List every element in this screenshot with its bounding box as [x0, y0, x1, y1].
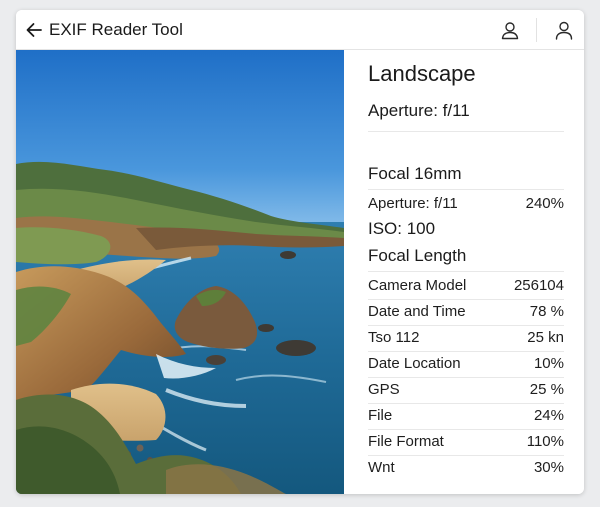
row-label: Date Location: [368, 355, 461, 372]
row-value: 24%: [533, 407, 564, 424]
landscape-photo: [16, 50, 344, 494]
row-value: 78 %: [529, 303, 564, 320]
exif-row: Tso 112 25 kn: [368, 325, 564, 351]
exif-panel: Landscape Aperture: f/11 Focal 16mm Aper…: [344, 50, 584, 494]
user-button[interactable]: [498, 18, 522, 42]
row-value: 30%: [533, 459, 564, 476]
divider: [368, 271, 564, 272]
row-value: 25 kn: [527, 329, 564, 346]
exif-row: File 24%: [368, 403, 564, 429]
photo-title: Landscape: [368, 61, 476, 86]
row-value: 25 %: [529, 381, 564, 398]
exif-row: Wnt 30%: [368, 455, 564, 481]
exif-row: File Format 110%: [368, 429, 564, 455]
exif-row: GPS 25 %: [368, 377, 564, 403]
row-label: File: [368, 407, 393, 424]
row-label: Tso 112: [368, 329, 420, 346]
row-label: GPS: [368, 381, 400, 398]
row-label: Aperture: f/11: [368, 195, 458, 212]
user-icon: [501, 22, 519, 40]
title-bar: EXIF Reader Tool: [16, 10, 584, 50]
exif-row: Camera Model 256104: [368, 273, 564, 299]
divider: [368, 189, 564, 190]
profile-button[interactable]: [552, 18, 576, 42]
exif-row: Date Location 10%: [368, 351, 564, 377]
exif-reader-window: EXIF Reader Tool Landscape Aperture: f/1…: [16, 10, 584, 494]
aperture-heading: Aperture: f/11: [368, 101, 470, 120]
focal-length-heading: Focal Length: [368, 246, 467, 265]
row-label: Date and Time: [368, 303, 466, 320]
divider: [368, 131, 564, 132]
row-value: 240%: [525, 195, 564, 212]
exif-row: Date and Time 78 %: [368, 299, 564, 325]
app-title: EXIF Reader Tool: [49, 20, 183, 39]
aperture-row: Aperture: f/11 240%: [368, 191, 564, 217]
iso-heading: ISO: 100: [368, 219, 436, 238]
row-label: Camera Model: [368, 277, 467, 294]
row-value: 10%: [533, 355, 564, 372]
row-label: File Format: [368, 433, 444, 450]
row-label: Wnt: [368, 459, 395, 476]
row-value: 110%: [526, 433, 564, 450]
focal-heading: Focal 16mm: [368, 164, 462, 183]
toolbar-divider: [536, 18, 537, 42]
user-profile-icon: [555, 21, 573, 40]
arrow-left-icon: [26, 23, 42, 37]
row-value: 256104: [513, 277, 564, 294]
back-button[interactable]: [22, 18, 46, 42]
